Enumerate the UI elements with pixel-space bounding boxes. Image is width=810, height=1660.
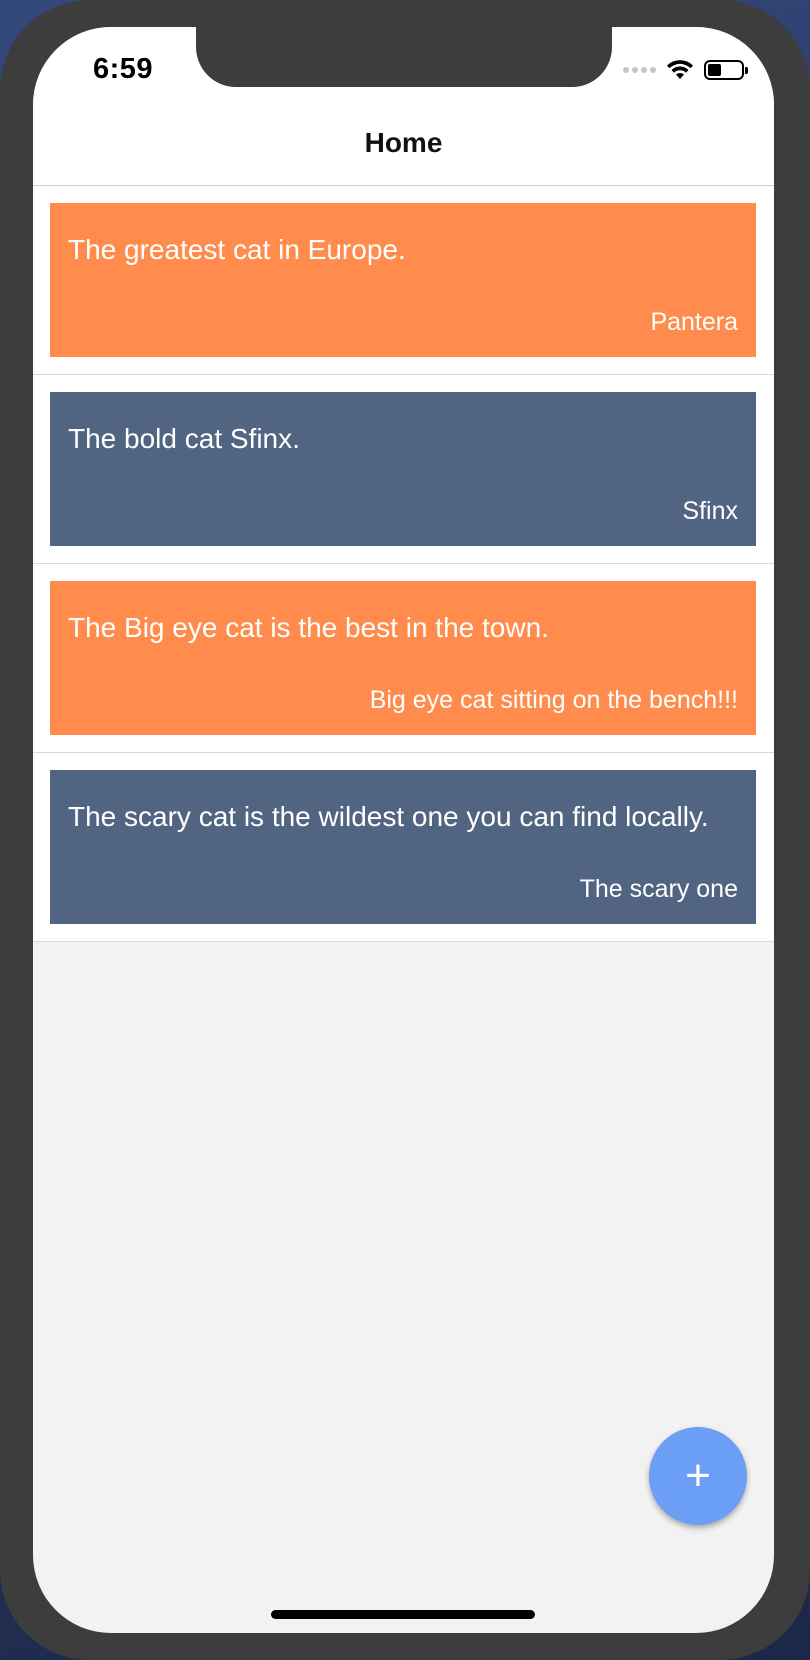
card-author: Pantera bbox=[650, 308, 738, 336]
status-time: 6:59 bbox=[93, 53, 154, 85]
card-text: The scary cat is the wildest one you can… bbox=[68, 801, 709, 832]
card-author: Sfinx bbox=[682, 497, 738, 525]
card-author: The scary one bbox=[579, 875, 738, 903]
card-text: The greatest cat in Europe. bbox=[68, 234, 406, 265]
home-indicator[interactable] bbox=[271, 1610, 535, 1619]
navigation-header: Home bbox=[33, 107, 774, 186]
cellular-signal-icon bbox=[623, 67, 656, 73]
wifi-icon bbox=[667, 60, 693, 79]
plus-icon: + bbox=[685, 1451, 711, 1500]
phone-frame: 6:59 Home The greatest cat in Europe. Pa… bbox=[0, 0, 810, 1660]
status-icons bbox=[623, 59, 748, 81]
battery-icon bbox=[704, 60, 748, 80]
cat-card[interactable]: The Big eye cat is the best in the town.… bbox=[50, 581, 756, 735]
add-button[interactable]: + bbox=[649, 1427, 747, 1525]
cat-list: The greatest cat in Europe. Pantera The … bbox=[33, 186, 774, 942]
card-author: Big eye cat sitting on the bench!!! bbox=[369, 686, 738, 714]
cat-card[interactable]: The bold cat Sfinx. Sfinx bbox=[50, 392, 756, 546]
card-text: The bold cat Sfinx. bbox=[68, 423, 300, 454]
cat-card[interactable]: The scary cat is the wildest one you can… bbox=[50, 770, 756, 924]
phone-notch bbox=[196, 27, 612, 87]
list-item[interactable]: The Big eye cat is the best in the town.… bbox=[33, 564, 774, 753]
page-title: Home bbox=[364, 127, 443, 158]
phone-screen: 6:59 Home The greatest cat in Europe. Pa… bbox=[33, 27, 774, 1633]
list-item[interactable]: The scary cat is the wildest one you can… bbox=[33, 753, 774, 942]
cat-card[interactable]: The greatest cat in Europe. Pantera bbox=[50, 203, 756, 357]
list-item[interactable]: The bold cat Sfinx. Sfinx bbox=[33, 375, 774, 564]
card-text: The Big eye cat is the best in the town. bbox=[68, 612, 549, 643]
list-item[interactable]: The greatest cat in Europe. Pantera bbox=[33, 186, 774, 375]
